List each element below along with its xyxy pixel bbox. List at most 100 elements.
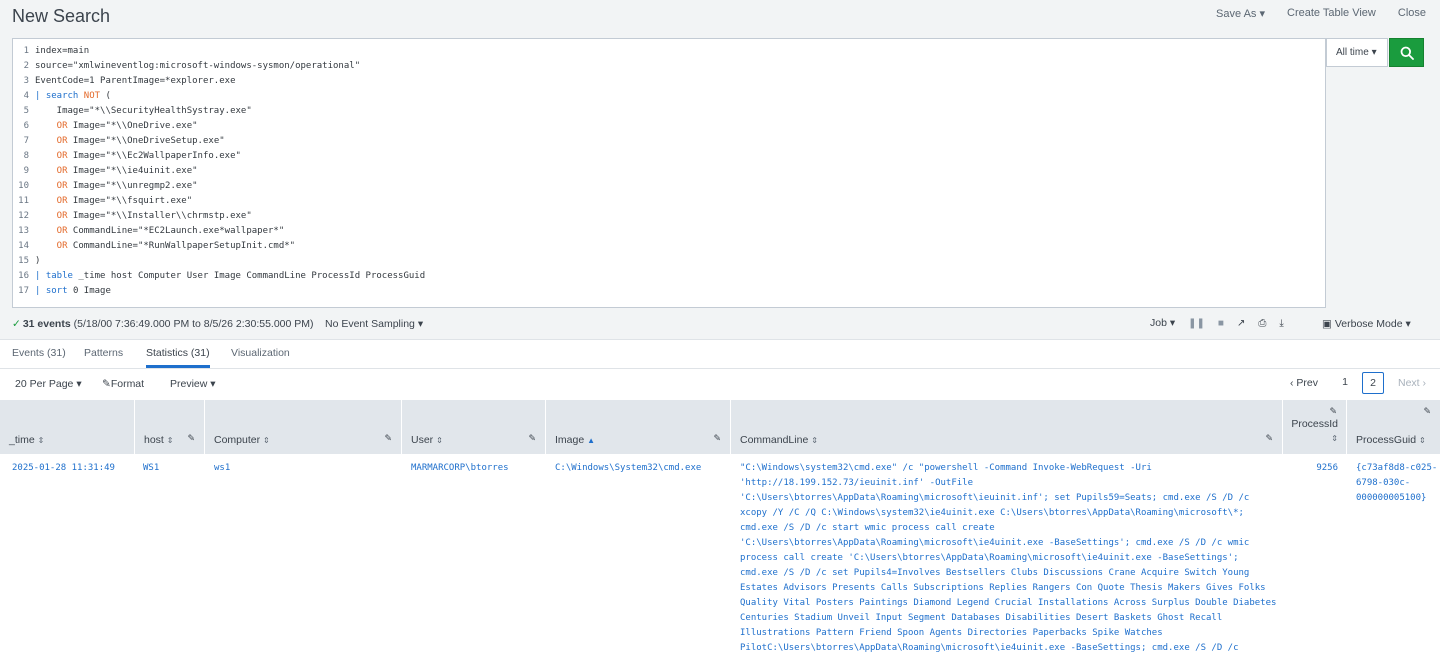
query-line: 2 source="xmlwineventlog:microsoft-window… [13,59,361,74]
sort-icon: ⇕ [436,436,443,445]
time-range-summary: (5/18/00 7:36:49.000 PM to 8/5/26 2:30:5… [73,318,314,330]
column-header-time[interactable]: _time ⇕ [0,400,135,454]
query-line: 5 Image="*\\SecurityHealthSystray.exe" [13,104,252,119]
cell-host[interactable]: WS1 [143,461,159,476]
query-text: Image="*\\OneDriveSetup.exe" [67,136,225,146]
sort-icon: ⇕ [166,436,174,445]
column-header-commandline[interactable]: CommandLine ⇕ ✎ [731,400,1283,454]
column-header-processguid[interactable]: ✎ ProcessGuid ⇕ [1347,400,1440,454]
query-text: Image="*\\SecurityHealthSystray.exe" [35,106,252,116]
print-icon[interactable]: ⎙ [1258,318,1266,329]
top-bar: New Search Save As ▾ Create Table View C… [0,0,1440,36]
export-icon[interactable]: ⤓ [1279,318,1283,329]
cell-computer[interactable]: ws1 [214,461,230,476]
prev-page-button[interactable]: ‹ Prev [1290,377,1318,389]
column-header-computer[interactable]: Computer ⇕ ✎ [205,400,402,454]
query-line: 13 OR CommandLine="*EC2Launch.exe*wallpa… [13,224,284,239]
share-icon[interactable]: ↗ [1237,318,1245,329]
pencil-icon[interactable]: ✎ [528,433,536,444]
query-keyword: OR [35,211,68,221]
query-keyword: OR [35,241,68,251]
cell-image[interactable]: C:\Windows\System32\cmd.exe [555,461,701,476]
sort-icon: ⇕ [1419,436,1426,445]
job-status-bar: ✓ 31 events (5/18/00 7:36:49.000 PM to 8/… [0,308,1440,340]
page-title: New Search [12,6,111,26]
line-number: 3 [23,76,29,86]
query-text: index=main [35,46,90,56]
query-keyword: OR [35,151,68,161]
format-button[interactable]: ✎Format [102,378,144,390]
query-text: ) [35,256,41,266]
prev-label: Prev [1296,377,1318,389]
line-number: 6 [23,121,29,131]
search-button[interactable] [1389,38,1424,67]
event-count: 31 events [22,318,71,330]
caret-down-icon: ▾ [76,378,82,390]
event-sampling-dropdown[interactable]: No Event Sampling ▾ [325,318,423,330]
sort-icon: ⇕ [811,436,818,445]
cell-commandline[interactable]: "C:\Windows\system32\cmd.exe" /c "powers… [740,461,1280,655]
column-label: ProcessId [1291,418,1338,430]
cell-user[interactable]: MARMARCORP\btorres [411,461,509,476]
query-text: Image="*\\fsquirt.exe" [67,196,193,206]
query-text: source="xmlwineventlog:microsoft-windows… [35,61,361,71]
tab-statistics[interactable]: Statistics (31) [146,347,210,368]
stop-icon[interactable]: ■ [1218,318,1224,329]
create-table-view-link[interactable]: Create Table View [1287,7,1376,20]
per-page-dropdown[interactable]: 20 Per Page ▾ [15,378,82,390]
line-number: 11 [18,196,29,206]
column-label: host [144,434,164,446]
query-command: | [35,91,46,101]
column-header-user[interactable]: User ⇕ ✎ [402,400,546,454]
cell-processguid[interactable]: {c73af8d8-c025-6798-030c-000000005100} [1356,461,1440,506]
column-header-processid[interactable]: ✎ ProcessId ⇕ [1283,400,1347,454]
column-label: User [411,434,434,446]
query-text: Image="*\\OneDrive.exe" [67,121,198,131]
pause-icon[interactable]: ❚❚ [1188,318,1205,329]
preview-dropdown[interactable]: Preview ▾ [170,378,216,390]
line-number: 1 [23,46,29,56]
time-range-picker[interactable]: All time ▾ [1326,38,1388,67]
query-keyword: OR [35,196,68,206]
pencil-icon[interactable]: ✎ [1329,406,1337,417]
tab-events[interactable]: Events (31) [12,347,66,359]
page-1-button[interactable]: 1 [1334,372,1356,394]
line-number: 10 [18,181,29,191]
line-number: 7 [23,136,29,146]
column-label: Image [555,434,585,446]
save-as-menu[interactable]: Save As ▾ [1216,7,1265,20]
line-number: 15 [18,256,29,266]
column-header-host[interactable]: host ⇕ ✎ [135,400,205,454]
page-2-button[interactable]: 2 [1361,372,1384,394]
pencil-icon[interactable]: ✎ [187,433,195,444]
chevron-right-icon: › [1422,377,1427,389]
tab-patterns[interactable]: Patterns [84,347,123,359]
pencil-icon[interactable]: ✎ [1265,433,1273,444]
results-toolbar: 20 Per Page ▾ ✎Format Preview ▾ ‹ Prev 1… [0,370,1440,400]
line-number: 8 [23,151,29,161]
next-page-button[interactable]: Next › [1398,377,1426,389]
query-text: Image="*\\unregmp2.exe" [67,181,198,191]
cell-processid[interactable]: 9256 [1288,461,1338,476]
job-menu[interactable]: Job ▾ [1150,317,1175,329]
pencil-icon[interactable]: ✎ [1423,406,1431,417]
query-line: 6 OR Image="*\\OneDrive.exe" [13,119,198,134]
query-keyword: OR [35,226,68,236]
column-header-image[interactable]: Image ▲ ✎ [546,400,731,454]
query-text: ( [100,91,111,101]
job-label: Job [1150,317,1167,329]
search-query-editor[interactable]: 1 index=main 2 source="xmlwineventlog:micro… [12,38,1326,308]
pencil-icon[interactable]: ✎ [713,433,721,444]
line-number: 2 [23,61,29,71]
search-mode-dropdown[interactable]: ▣ Verbose Mode ▾ [1322,318,1411,330]
cell-time[interactable]: 2025-01-28 11:31:49 [12,461,115,476]
column-label: CommandLine [740,434,809,446]
close-link[interactable]: Close [1398,7,1426,20]
tab-visualization[interactable]: Visualization [231,347,290,359]
table-header: _time ⇕ host ⇕ ✎ Computer ⇕ ✎ User ⇕ ✎ I… [0,400,1440,454]
query-keyword: OR [35,166,68,176]
query-text: 0 Image [67,286,111,296]
query-line: 15) [13,254,40,269]
query-command: sort [45,286,68,296]
pencil-icon[interactable]: ✎ [384,433,392,444]
